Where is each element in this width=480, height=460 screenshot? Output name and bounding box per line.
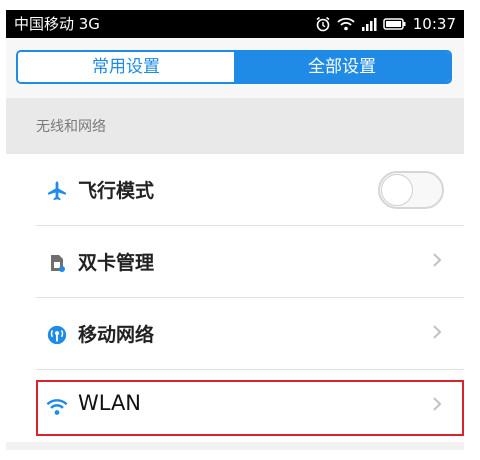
chevron-right-icon [432,396,442,417]
toggle-knob [381,174,413,206]
carrier-label: 中国移动 3G [14,15,100,33]
status-icons: 10:37 [315,10,456,38]
chevron-right-icon [432,252,442,273]
tab-all-settings[interactable]: 全部设置 [234,52,450,82]
clock-time: 10:37 [412,15,456,33]
signal-icon [361,17,377,31]
airplane-mode-toggle[interactable] [378,171,444,209]
settings-list: 飞行模式 双卡管理 移动网络 WLAN [6,154,464,442]
phone-screen: 中国移动 3G 10:37 常用设置 全部设置 无线和网络 飞行模式 双卡管理 … [6,10,464,450]
alarm-icon [315,16,331,32]
row-airplane-mode[interactable]: 飞行模式 [6,154,464,226]
wifi-icon [337,17,355,31]
row-label: 双卡管理 [78,252,155,274]
row-dual-sim[interactable]: 双卡管理 [6,226,464,298]
section-header-wireless: 无线和网络 [6,98,464,154]
mobile-network-icon [46,324,68,346]
segmented-control: 常用设置 全部设置 [16,50,452,84]
status-bar: 中国移动 3G 10:37 [6,10,464,38]
settings-tab-bar: 常用设置 全部设置 [6,38,464,98]
chevron-right-icon [432,324,442,345]
battery-icon [383,17,407,31]
row-label: WLAN [78,391,142,415]
tab-common-settings[interactable]: 常用设置 [18,52,234,82]
row-label: 移动网络 [78,324,155,346]
wifi-icon [46,396,68,418]
row-wlan[interactable]: WLAN [6,370,464,442]
sim-card-icon [46,252,68,274]
row-label: 飞行模式 [78,180,155,202]
section-title: 无线和网络 [36,119,106,135]
row-mobile-network[interactable]: 移动网络 [6,298,464,370]
airplane-icon [46,180,68,202]
